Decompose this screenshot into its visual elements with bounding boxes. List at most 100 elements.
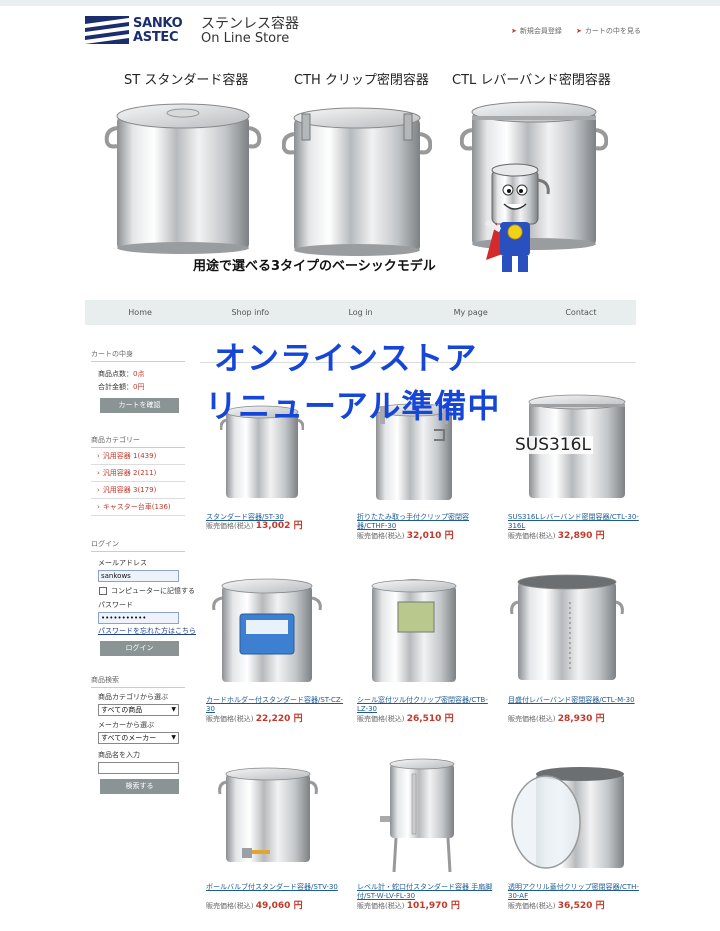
cart-count-label: 商品点数： xyxy=(98,370,133,378)
nav-log-in[interactable]: Log in xyxy=(305,300,415,325)
price-label: 販売価格(税込) xyxy=(508,532,556,540)
product-price: 販売価格(税込) 101,970 円 xyxy=(357,902,460,911)
cart-total: 合計金額：0円 xyxy=(98,383,144,391)
login-button[interactable]: ログイン xyxy=(100,641,179,656)
category-item-label: キャスター台車(136) xyxy=(102,503,171,511)
arrow-right-icon: ➤ xyxy=(576,27,582,35)
renewal-notice-line2: リニューアル準備中 xyxy=(205,387,501,425)
price-value: 28,930 円 xyxy=(557,714,605,724)
search-heading: 商品検索 xyxy=(91,676,119,684)
banner-st-container-image xyxy=(104,103,262,254)
cart-heading: カートの中身 xyxy=(91,350,133,358)
renewal-notice-line1: オンラインストア xyxy=(214,339,478,377)
product-price: 販売価格(税込) 36,520 円 xyxy=(508,902,605,911)
arrow-right-icon: › xyxy=(97,452,100,460)
logo-text-astec: ASTEC xyxy=(133,30,179,45)
product-image[interactable] xyxy=(218,764,318,866)
price-value: 22,220 円 xyxy=(255,714,303,724)
view-cart-link-label: カートの中を見る xyxy=(584,27,641,35)
product-name-link[interactable]: 透明アクリル蓋付クリップ密閉容器/CTH-30-AF xyxy=(508,883,648,901)
forgot-password-link[interactable]: パスワードを忘れた方はこちら xyxy=(98,627,196,635)
price-label: 販売価格(税込) xyxy=(357,902,405,910)
price-value: 36,520 円 xyxy=(557,901,605,911)
category-select-value: すべての商品 xyxy=(101,706,143,714)
register-link-label: 新規会員登録 xyxy=(519,27,562,35)
arrow-right-icon: › xyxy=(97,503,100,511)
sanko-logo-icon xyxy=(85,16,129,44)
cart-total-label: 合計金額： xyxy=(98,383,133,391)
view-cart-link[interactable]: ➤ カートの中を見る xyxy=(576,27,641,35)
product-price: 販売価格(税込) 49,060 円 xyxy=(206,902,303,911)
top-strip xyxy=(0,0,720,6)
category-select-label: 商品カテゴリから選ぶ xyxy=(98,693,168,701)
product-name-link[interactable]: レベル計・蛇口付スタンダード容器 手扇脚付/ST-W-LV-FL-30 xyxy=(357,883,497,901)
price-label: 販売価格(税込) xyxy=(508,715,556,723)
divider xyxy=(91,551,185,552)
product-name-link[interactable]: 折りたたみ取っ手付クリップ密閉容器/CTHF-30 xyxy=(357,513,497,531)
product-name-link[interactable]: カードホルダー付スタンダード容器/ST-CZ-30 xyxy=(206,696,346,714)
price-label: 販売価格(税込) xyxy=(206,715,254,723)
register-link[interactable]: ➤ 新規会員登録 xyxy=(511,27,562,35)
price-value: 32,010 円 xyxy=(406,531,454,541)
store-logo[interactable]: SANKO ASTEC ステンレス容器 On Line Store xyxy=(85,16,305,46)
remember-label: コンピューターに記憶する xyxy=(111,587,195,595)
nav-home[interactable]: Home xyxy=(85,300,195,325)
chevron-down-icon: ▼ xyxy=(171,706,176,713)
category-item-label: 汎用容器 2(211) xyxy=(102,469,157,477)
product-name-label: 商品名を入力 xyxy=(98,751,140,759)
price-label: 販売価格(税込) xyxy=(357,532,405,540)
product-name-link[interactable]: 目盛付レバーバンド密閉容器/CTL-M-30 xyxy=(508,696,648,705)
email-field[interactable]: sankows xyxy=(98,570,179,582)
divider xyxy=(91,687,185,688)
category-list: › 汎用容器 1(439) › 汎用容器 2(211) › 汎用容器 3(179) ›… xyxy=(91,448,185,516)
price-value: 101,970 円 xyxy=(406,901,460,911)
nav-contact[interactable]: Contact xyxy=(526,300,636,325)
product-image[interactable] xyxy=(510,572,624,684)
product-name-link[interactable]: SUS316Lレバーバンド密閉容器/CTL-30-316L xyxy=(508,513,648,531)
cart-total-value: 0円 xyxy=(133,383,145,391)
product-price: 販売価格(税込) 32,010 円 xyxy=(357,532,454,541)
view-cart-button[interactable]: カートを確認 xyxy=(100,398,179,413)
banner-tagline: 用途で選べる3タイプのベーシックモデル xyxy=(193,259,436,274)
category-select[interactable]: すべての商品 ▼ xyxy=(98,704,179,716)
main-nav: Home Shop info Log in My page Contact xyxy=(85,300,636,325)
maker-select-value: すべてのメーカー xyxy=(101,734,157,742)
divider xyxy=(91,361,185,362)
category-item[interactable]: › 汎用容器 3(179) xyxy=(91,482,185,499)
arrow-right-icon: › xyxy=(97,486,100,494)
nav-shop-info[interactable]: Shop info xyxy=(195,300,305,325)
category-item-label: 汎用容器 1(439) xyxy=(102,452,157,460)
search-button[interactable]: 検索する xyxy=(100,779,179,794)
product-image[interactable] xyxy=(210,576,324,686)
product-price: 販売価格(税込) 28,930 円 xyxy=(508,715,605,724)
product-price: 販売価格(税込) 13,002 円 xyxy=(206,522,303,531)
product-price: 販売価格(税込) 32,890 円 xyxy=(508,532,605,541)
category-item[interactable]: › 汎用容器 1(439) xyxy=(91,448,185,465)
nav-my-page[interactable]: My page xyxy=(416,300,526,325)
arrow-right-icon: ➤ xyxy=(511,27,517,35)
banner-caption-st: ST スタンダード容器 xyxy=(124,73,249,88)
product-name-link[interactable]: ボールバルブ付スタンダード容器/STV-30 xyxy=(206,883,346,892)
product-image[interactable] xyxy=(376,756,466,874)
price-label: 販売価格(税込) xyxy=(206,902,254,910)
logo-text-online-store: On Line Store xyxy=(201,31,290,46)
category-item[interactable]: › キャスター台車(136) xyxy=(91,499,185,516)
product-name-link[interactable]: シール窓付ツル付クリップ密閉容器/CTB-LZ-30 xyxy=(357,696,497,714)
price-value: 13,002 円 xyxy=(255,521,303,531)
product-image[interactable] xyxy=(364,574,464,686)
price-value: 49,060 円 xyxy=(255,901,303,911)
cart-count: 商品点数：0点 xyxy=(98,370,144,378)
password-field[interactable]: ••••••••••• xyxy=(98,612,179,624)
sus316l-image-label: SUS316L xyxy=(513,435,593,455)
maker-select-label: メーカーから選ぶ xyxy=(98,721,154,729)
category-item[interactable]: › 汎用容器 2(211) xyxy=(91,465,185,482)
product-name-input[interactable] xyxy=(98,762,179,774)
login-heading: ログイン xyxy=(91,540,119,548)
mascot-image xyxy=(484,163,550,272)
category-item-label: 汎用容器 3(179) xyxy=(102,486,157,494)
remember-checkbox[interactable] xyxy=(99,587,107,595)
product-image[interactable] xyxy=(506,764,630,872)
maker-select[interactable]: すべてのメーカー ▼ xyxy=(98,732,179,744)
price-value: 26,510 円 xyxy=(406,714,454,724)
price-label: 販売価格(税込) xyxy=(206,522,254,530)
